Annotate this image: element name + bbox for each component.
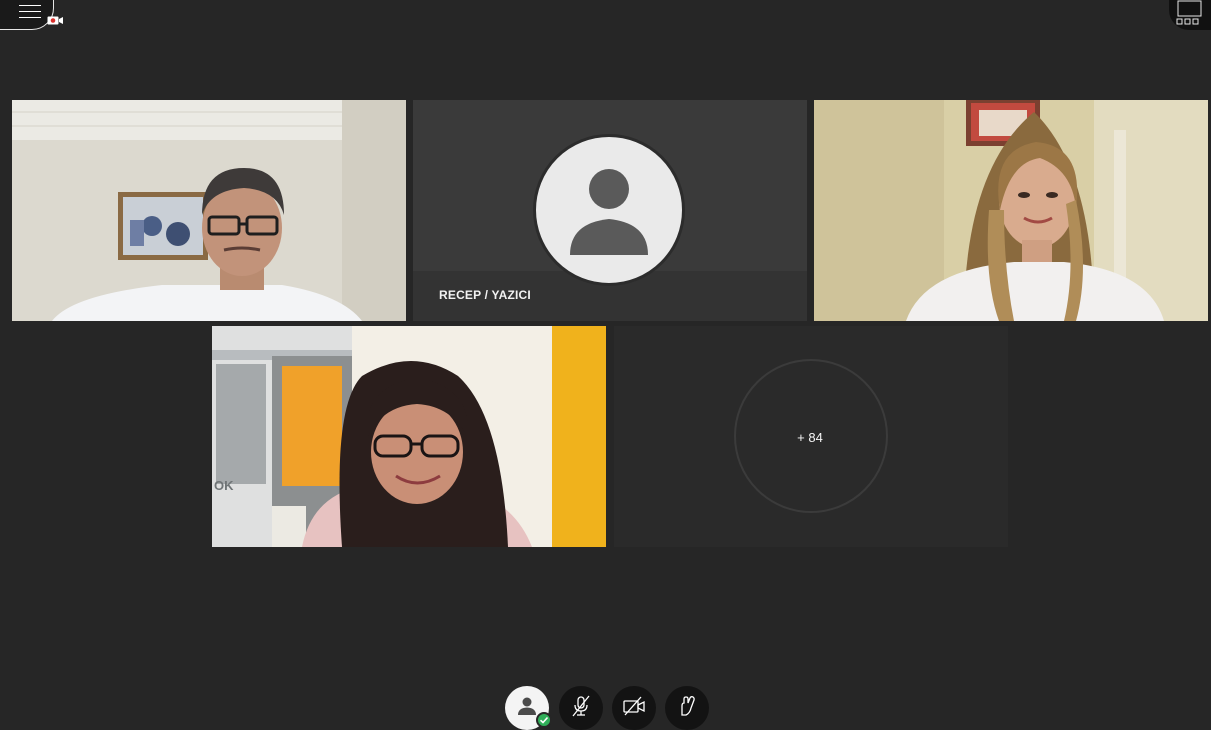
- camera-off-icon: [623, 696, 645, 716]
- more-participants-tile[interactable]: + 84: [614, 326, 1008, 547]
- participant-tile-no-video[interactable]: RECEP / YAZICI: [413, 100, 807, 321]
- more-participants-count: + 84: [797, 430, 823, 445]
- menu-button[interactable]: [0, 0, 54, 30]
- participant-video-tile[interactable]: [814, 100, 1208, 321]
- grid-layout-icon: [1176, 0, 1202, 25]
- participant-name: RECEP / YAZICI: [439, 288, 531, 302]
- my-status-button[interactable]: [505, 686, 552, 730]
- available-status-badge: [536, 712, 552, 728]
- microphone-toggle-button[interactable]: [559, 686, 603, 730]
- microphone-muted-icon: [572, 695, 590, 717]
- participant-video: OK: [212, 326, 606, 547]
- svg-text:OK: OK: [214, 478, 234, 493]
- avatar: [533, 134, 685, 286]
- recording-camera-icon: [47, 16, 63, 25]
- layout-toggle-button[interactable]: [1169, 0, 1211, 30]
- user-status-icon: [518, 697, 536, 715]
- camera-toggle-button[interactable]: [612, 686, 656, 730]
- raise-hand-button[interactable]: [665, 686, 709, 730]
- participant-video-tile[interactable]: [12, 100, 406, 321]
- person-placeholder-icon: [570, 169, 648, 255]
- participant-video: [814, 100, 1208, 321]
- checkmark-icon: [539, 716, 549, 724]
- participant-video: [12, 100, 406, 321]
- participant-video-tile[interactable]: OK: [212, 326, 606, 547]
- raise-hand-icon: [681, 696, 695, 716]
